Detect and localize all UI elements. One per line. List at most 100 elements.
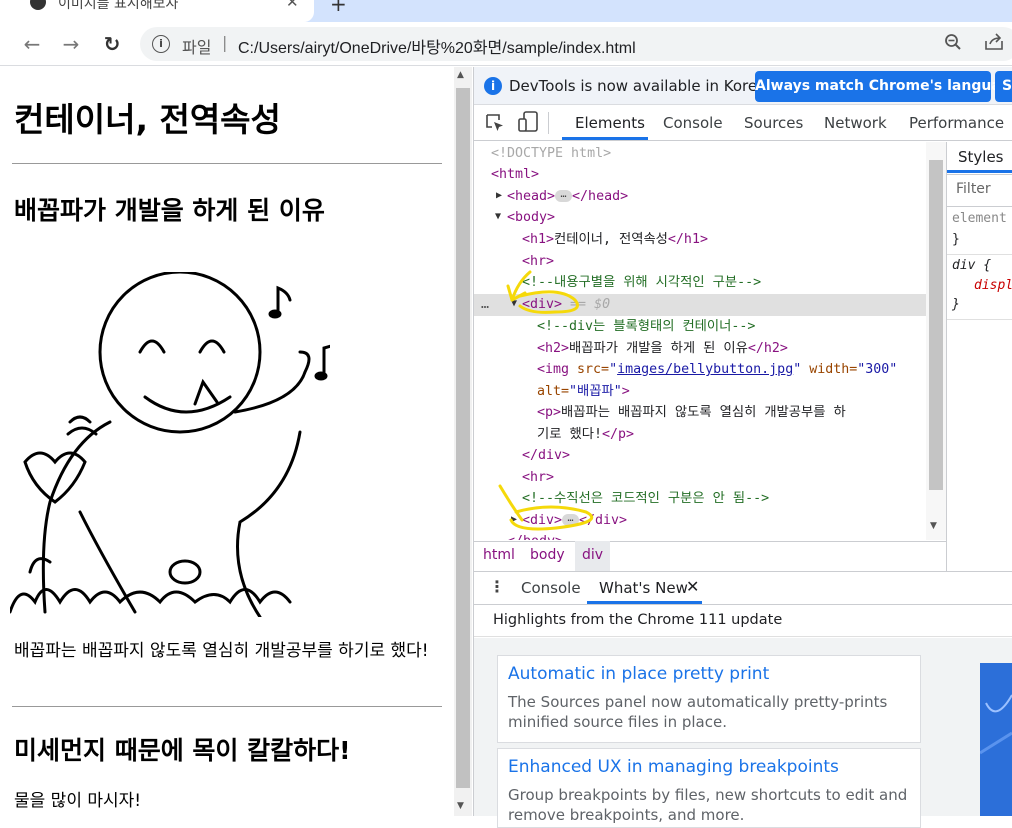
feature-card[interactable]: Automatic in place pretty print The Sour… [497,655,921,743]
dom-comment[interactable]: <!--수직선은 코드적인 구분은 안 됨--> [522,488,769,509]
back-button[interactable]: ← [17,29,47,59]
bellybutton-image [10,272,330,617]
section1-heading: 배꼽파가 개발을 하게 된 이유 [14,196,325,225]
dom-div-close[interactable]: </div> [522,445,570,466]
dom-doctype[interactable]: <!DOCTYPE html> [491,143,611,164]
dom-img-open: <img [537,362,578,377]
collapse-triangle-icon[interactable]: ▼ [511,298,517,309]
expand-triangle-icon[interactable]: ▶ [496,190,502,201]
style-rule-close: } [952,232,960,247]
expand-ellipsis-icon[interactable]: … [555,190,573,202]
expand-triangle-icon[interactable]: ▶ [511,514,517,525]
dom-h1-row[interactable]: <h1>컨테이너, 전역속성</h1> [522,229,708,250]
tab-network[interactable]: Network [824,114,887,132]
dom-p-row[interactable]: <p>배꼽파는 배꼽파지 않도록 열심히 개발공부를 하 [537,402,846,423]
tab-close-icon[interactable]: ✕ [286,0,299,11]
device-toolbar-icon[interactable] [518,111,538,133]
dom-div2-close: </div> [579,513,628,528]
inspect-element-icon[interactable] [485,113,505,133]
section2-text: 물을 많이 마시자! [14,791,142,811]
dom-div2-open: <div> [522,513,563,528]
feature-card[interactable]: Enhanced UX in managing breakpoints Grou… [497,748,921,828]
alt-attr: alt= [537,384,570,399]
selected-marker: == $0 [570,297,611,312]
src-link[interactable]: images/bellybutton.jpg [617,362,793,377]
new-tab-button[interactable]: + [330,0,347,16]
dom-scrollbar-thumb[interactable] [929,160,943,490]
dom-h2-row[interactable]: <h2>배꼽파가 개발을 하게 된 이유</h2> [537,338,788,359]
dom-comment[interactable]: <!--div는 블록형태의 컨테이너--> [537,316,755,337]
dom-body-close[interactable]: </body> [507,531,563,540]
feature-card-title[interactable]: Enhanced UX in managing breakpoints [508,757,839,777]
style-rule-selector: element [952,211,1007,226]
dom-div2-row[interactable]: <div>… </div> [522,510,627,531]
info-icon: i [484,77,502,95]
forward-button[interactable]: → [56,29,86,59]
breadcrumb-html[interactable]: html [483,547,515,563]
promo-image [979,663,1012,816]
dom-body-tag[interactable]: <body> [507,207,555,228]
horizontal-rule [12,163,442,164]
drawer-tab-whats-new[interactable]: What's New [599,579,688,597]
page-scrollbar-thumb[interactable] [456,88,470,788]
tab-sources[interactable]: Sources [744,114,803,132]
breadcrumb-div[interactable]: div [582,547,603,563]
dom-comment[interactable]: <!--내용구별을 위해 시각적인 구분--> [522,272,761,293]
styles-filter-input[interactable]: Filter [956,181,991,197]
dom-img-row-cont[interactable]: alt="배꼽파"> [537,381,630,402]
tab-console[interactable]: Console [663,114,723,132]
scroll-down-icon[interactable]: ▼ [930,521,937,531]
tab-styles[interactable]: Styles [958,148,1004,166]
reload-button[interactable]: ↻ [97,29,127,59]
expand-ellipsis-icon[interactable]: … [562,514,580,526]
share-icon[interactable] [984,33,1004,56]
feature-card-desc: Group breakpoints by files, new shortcut… [508,786,908,824]
switch-language-button[interactable]: Sw [995,71,1012,102]
infobar-text: DevTools is now available in Korean! [509,77,782,95]
breadcrumb-body[interactable]: body [530,547,565,563]
dom-html-tag[interactable]: <html> [491,164,539,185]
dom-h2-open: <h2> [537,341,570,356]
section2-heading: 미세먼지 때문에 목이 칼칼하다! [14,736,351,765]
scroll-down-icon[interactable]: ▼ [457,801,464,811]
active-tab-indicator [947,170,1012,173]
url-text[interactable]: C:/Users/airyt/OneDrive/바탕%20화면/sample/i… [238,34,636,58]
match-language-button[interactable]: Always match Chrome's language [755,71,1012,102]
dom-h2-text: 배꼽파가 개발을 하게 된 이유 [569,341,748,356]
dom-head-row[interactable]: <head>… </head> [507,186,628,207]
dom-hr-tag[interactable]: <hr> [522,251,554,272]
dom-p-row-cont[interactable]: 기로 했다!</p> [537,424,634,445]
dom-img-close: > [621,384,630,399]
dom-p-close: </p> [601,427,634,442]
row-ellipsis-icon[interactable]: … [481,294,489,315]
style-rule-selector: div { [952,258,992,273]
style-rule-divider [947,319,1012,320]
style-rule-divider [947,254,1012,255]
zoom-icon[interactable] [944,33,962,56]
scroll-up-icon[interactable]: ▲ [457,70,464,80]
dom-hr-tag[interactable]: <hr> [522,467,554,488]
tab-performance[interactable]: Performance [909,114,1004,132]
feature-card-title[interactable]: Automatic in place pretty print [508,664,769,684]
dom-head-open: <head> [507,189,556,204]
alt-value: "배꼽파" [569,384,622,399]
info-icon[interactable]: i [152,35,170,53]
dom-h1-close: </h1> [667,232,708,247]
close-icon[interactable]: ✕ [686,577,699,596]
dom-div-open: <div> [522,297,563,312]
scheme-label: 파일 [182,38,212,57]
page-heading: 컨테이너, 전역속성 [14,100,281,139]
highlights-heading: Highlights from the Chrome 111 update [493,612,783,628]
active-tab-indicator [562,137,648,140]
more-menu-icon[interactable]: ⋮ [489,577,505,596]
collapse-triangle-icon[interactable]: ▼ [495,211,501,222]
dom-head-close: </head> [572,189,629,204]
url-separator: | [222,33,228,52]
dom-h1-open: <h1> [522,232,555,247]
feature-card-desc: The Sources panel now automatically pret… [508,693,888,731]
page-viewport: 컨테이너, 전역속성 배꼽파가 개발을 하게 된 이유 배꼽파는 배꼽파지 않도… [0,67,454,816]
tab-elements[interactable]: Elements [575,114,645,132]
dom-img-row[interactable]: <img src="images/bellybutton.jpg" width=… [537,359,897,380]
dom-div-selected[interactable]: <div> == $0 [522,294,610,315]
drawer-tab-console[interactable]: Console [521,579,581,597]
